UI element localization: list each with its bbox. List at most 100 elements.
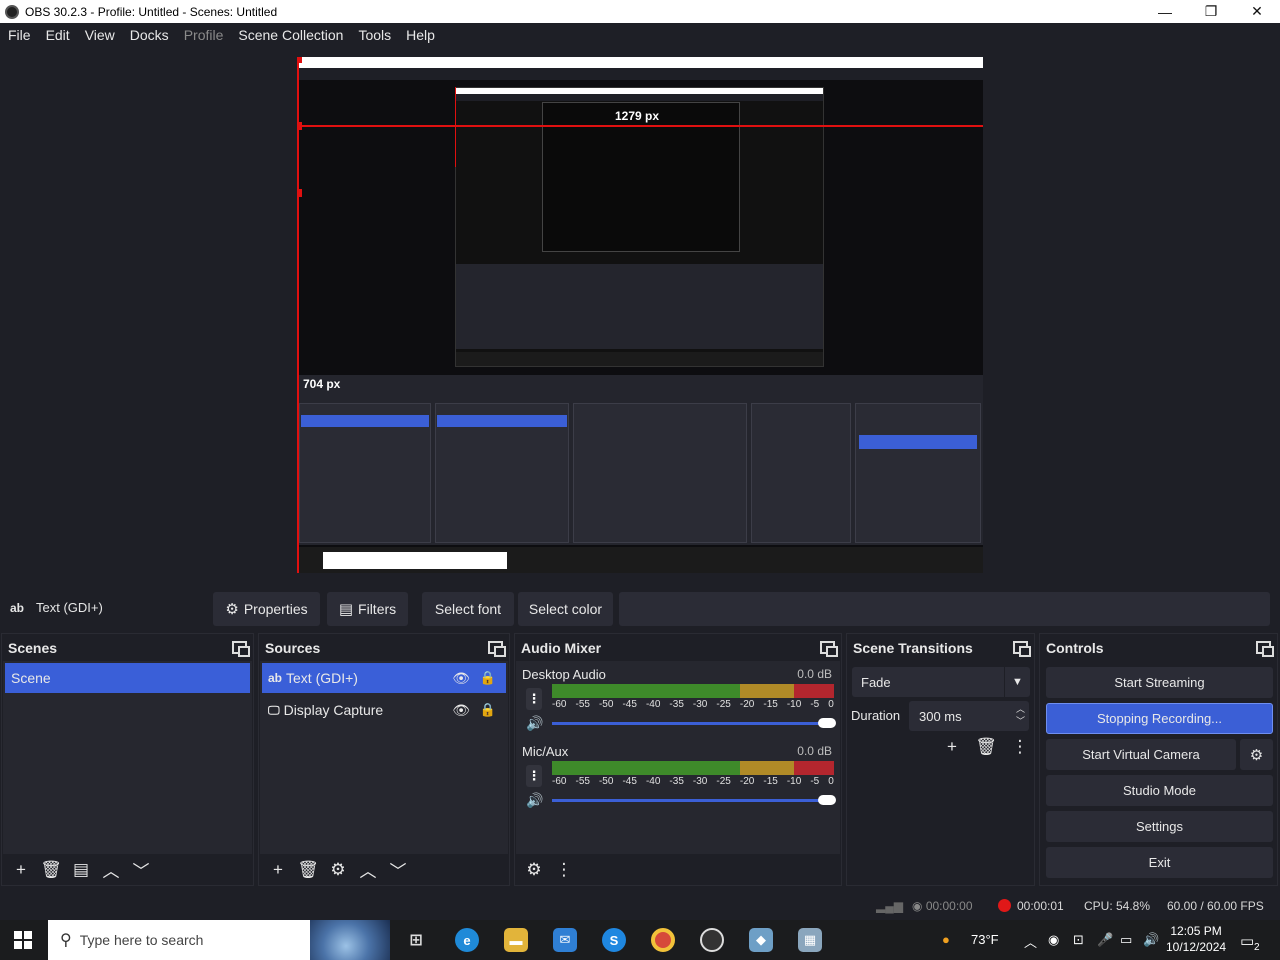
source-toolbar-text-field[interactable] bbox=[619, 592, 1270, 626]
lock-icon[interactable]: 🔒 bbox=[480, 670, 496, 686]
edge-icon[interactable]: e bbox=[455, 928, 479, 952]
camera-tray-icon[interactable]: ⊡ bbox=[1073, 932, 1084, 948]
select-font-button[interactable]: Select font bbox=[422, 592, 514, 626]
microphone-icon[interactable]: 🎤 bbox=[1097, 932, 1113, 948]
obs-icon[interactable] bbox=[700, 928, 724, 952]
volume-icon[interactable]: 🔊 bbox=[1143, 932, 1159, 948]
volume-slider[interactable] bbox=[552, 718, 836, 728]
eye-icon[interactable]: 👁 bbox=[452, 702, 470, 719]
preview-area[interactable]: 1279 px 704 px bbox=[0, 47, 1280, 583]
app-icon[interactable]: ◆ bbox=[749, 928, 773, 952]
scene-item[interactable]: Scene bbox=[5, 663, 250, 693]
start-streaming-button[interactable]: Start Streaming bbox=[1046, 667, 1273, 698]
menu-help[interactable]: Help bbox=[400, 23, 441, 47]
meter-tick-label: -15 bbox=[763, 776, 778, 787]
scene-filters-icon[interactable]: ▤ bbox=[66, 857, 96, 883]
add-source-button[interactable]: + bbox=[263, 857, 293, 883]
trash-icon[interactable]: 🗑 bbox=[293, 857, 323, 883]
maximize-button[interactable]: ❐ bbox=[1188, 0, 1234, 23]
notifications-icon[interactable]: ▭ bbox=[1240, 932, 1254, 950]
source-item-display-capture[interactable]: 🖵 Display Capture 👁 🔒 bbox=[262, 695, 506, 725]
kebab-menu-icon[interactable]: ⋮ bbox=[1003, 734, 1037, 760]
resize-handle[interactable] bbox=[297, 189, 302, 197]
lock-icon[interactable]: 🔒 bbox=[480, 702, 496, 718]
kebab-menu-icon[interactable]: ⋮ bbox=[526, 765, 542, 787]
filters-button[interactable]: ▤ Filters bbox=[327, 592, 408, 626]
exit-button[interactable]: Exit bbox=[1046, 847, 1273, 878]
meter-tick-label: -45 bbox=[622, 776, 637, 787]
mail-icon[interactable]: ✉ bbox=[553, 928, 577, 952]
eye-icon[interactable]: 👁 bbox=[452, 670, 470, 687]
meter-tick-label: -20 bbox=[739, 699, 755, 710]
menu-edit[interactable]: Edit bbox=[40, 23, 76, 47]
start-virtual-camera-button[interactable]: Start Virtual Camera bbox=[1046, 739, 1236, 770]
menu-profile[interactable]: Profile bbox=[178, 23, 230, 47]
advanced-audio-gear-icon[interactable]: ⚙ bbox=[519, 857, 549, 883]
menu-docks[interactable]: Docks bbox=[124, 23, 175, 47]
source-item-text[interactable]: ab Text (GDI+) 👁 🔒 bbox=[262, 663, 506, 693]
undock-icon[interactable] bbox=[232, 641, 250, 657]
resize-handle[interactable] bbox=[297, 57, 302, 63]
chrome-icon[interactable] bbox=[651, 928, 675, 952]
weather-icon[interactable]: ● bbox=[942, 932, 950, 947]
sources-list[interactable]: ab Text (GDI+) 👁 🔒 🖵 Display Capture 👁 🔒 bbox=[260, 661, 508, 854]
studio-mode-button[interactable]: Studio Mode bbox=[1046, 775, 1273, 806]
undock-icon[interactable] bbox=[820, 641, 838, 657]
add-transition-button[interactable]: + bbox=[935, 734, 969, 760]
close-button[interactable]: ✕ bbox=[1234, 0, 1280, 23]
undock-icon[interactable] bbox=[488, 641, 506, 657]
preview-guide-horizontal bbox=[297, 125, 983, 127]
move-down-icon[interactable]: ﹀ bbox=[383, 857, 413, 883]
select-color-button[interactable]: Select color bbox=[518, 592, 613, 626]
menu-scene-collection[interactable]: Scene Collection bbox=[232, 23, 349, 47]
source-name: Text (GDI+) bbox=[286, 670, 358, 686]
recording-button[interactable]: Stopping Recording... bbox=[1046, 703, 1273, 734]
menu-tools[interactable]: Tools bbox=[352, 23, 397, 47]
kebab-menu-icon[interactable]: ⋮ bbox=[549, 857, 579, 883]
resize-handle[interactable] bbox=[297, 122, 302, 130]
minimize-button[interactable]: — bbox=[1142, 0, 1188, 23]
gear-icon[interactable]: ⚙ bbox=[323, 857, 353, 883]
speaker-icon[interactable]: 🔊 bbox=[526, 715, 543, 732]
menu-view[interactable]: View bbox=[79, 23, 121, 47]
add-scene-button[interactable]: + bbox=[6, 857, 36, 883]
record-tray-icon[interactable]: ◉ bbox=[1048, 932, 1059, 948]
preview-mirrored-taskbar bbox=[297, 547, 983, 573]
move-down-icon[interactable]: ﹀ bbox=[126, 857, 156, 883]
volume-knob[interactable] bbox=[818, 718, 836, 728]
kebab-menu-icon[interactable]: ⋮ bbox=[526, 688, 542, 710]
properties-button[interactable]: ⚙ Properties bbox=[213, 592, 320, 626]
windows-start-icon[interactable] bbox=[14, 931, 32, 949]
file-explorer-icon[interactable]: ▬ bbox=[504, 928, 528, 952]
audio-mixer-dock: Audio Mixer Desktop Audio 0.0 dB ⋮ -60 -5… bbox=[514, 633, 842, 886]
menu-file[interactable]: File bbox=[2, 23, 37, 47]
network-icon[interactable]: ▭ bbox=[1120, 932, 1132, 948]
task-view-icon[interactable]: ⊞ bbox=[404, 928, 428, 952]
move-up-icon[interactable]: ︿ bbox=[353, 857, 383, 883]
trash-icon[interactable]: 🗑 bbox=[969, 734, 1003, 760]
volume-knob[interactable] bbox=[818, 795, 836, 805]
channel-name: Mic/Aux bbox=[522, 744, 569, 759]
scenes-list[interactable]: Scene bbox=[3, 661, 252, 854]
undock-icon[interactable] bbox=[1256, 641, 1274, 657]
transition-select[interactable]: Fade ▼ bbox=[852, 667, 1030, 697]
undock-icon[interactable] bbox=[1013, 641, 1031, 657]
speaker-icon[interactable]: 🔊 bbox=[526, 792, 543, 809]
taskbar-search[interactable]: ⚲ Type here to search bbox=[48, 920, 390, 960]
volume-slider[interactable] bbox=[552, 795, 836, 805]
skype-icon[interactable]: S bbox=[602, 928, 626, 952]
duration-spinbox[interactable]: 300 ms ︿ ﹀ bbox=[909, 701, 1029, 731]
app-icon[interactable]: ▦ bbox=[798, 928, 822, 952]
mixer-channels: Desktop Audio 0.0 dB ⋮ -60 -55 -50 -45 -40 -3… bbox=[516, 661, 840, 854]
text-source-icon: ab bbox=[268, 671, 283, 685]
preview-canvas[interactable]: 1279 px 704 px bbox=[297, 57, 983, 573]
trash-icon[interactable]: 🗑 bbox=[36, 857, 66, 883]
weather-temp[interactable]: 73°F bbox=[971, 932, 999, 947]
settings-button[interactable]: Settings bbox=[1046, 811, 1273, 842]
meter-scale: -60 -55 -50 -45 -40 -35 -30 -25 -20 -15 -10 -5 0 bbox=[552, 699, 834, 713]
spin-arrows-icon[interactable]: ︿ ﹀ bbox=[1016, 703, 1025, 727]
clock[interactable]: 12:05 PM 10/12/2024 bbox=[1166, 923, 1226, 955]
move-up-icon[interactable]: ︿ bbox=[96, 857, 126, 883]
virtual-camera-settings-gear-icon[interactable]: ⚙ bbox=[1240, 739, 1273, 770]
chevron-up-icon[interactable]: ︿ bbox=[1024, 932, 1037, 951]
